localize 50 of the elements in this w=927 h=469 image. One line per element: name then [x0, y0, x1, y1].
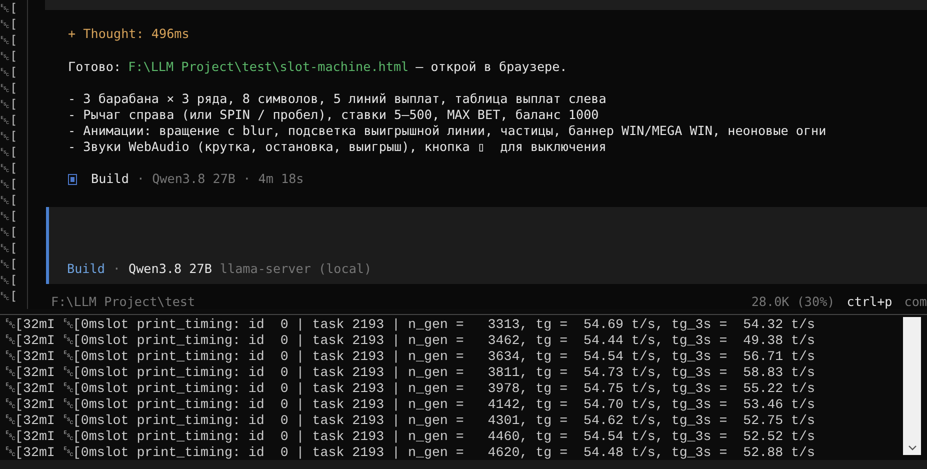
- square-icon: [68, 174, 77, 185]
- provider-label: llama-server (local): [220, 261, 372, 276]
- separator-dot: ·: [112, 261, 121, 276]
- terminal-line-fragment: ␛[: [0, 64, 18, 80]
- agent-label: Build: [91, 171, 129, 188]
- terminal-line-fragment: ␛[: [0, 80, 18, 96]
- model-label: Qwen3.8 27B: [128, 261, 212, 276]
- terminal-line-fragment: ␛[: [0, 176, 18, 192]
- chevron-down-icon[interactable]: [908, 445, 916, 451]
- scrollbar[interactable]: [903, 317, 921, 455]
- log-line: ␛[32mI ␛[0mslot print_timing: id 0 | task 2193 | n_gen = 3811, tg = 54.73 t/s, tg_3s = 58.83 t/s: [5, 365, 816, 381]
- terminal-line-fragment: ␛[: [0, 160, 18, 176]
- bullet-item: - Звуки WebAudio (крутка, остановка, выигрыш), кнопка ▯ для выключения: [68, 139, 608, 156]
- terminal-line-fragment: ␛[: [0, 208, 18, 224]
- terminal-line-fragment: ␛[: [0, 288, 18, 304]
- log-line: ␛[32mI ␛[0mslot print_timing: id 0 | task 2193 | n_gen = 4142, tg = 54.70 t/s, tg_3s = 53.46 t/s: [5, 397, 816, 413]
- agent-label: Build: [67, 261, 105, 276]
- log-line: ␛[32mI ␛[0mslot print_timing: id 0 | task 2193 | n_gen = 3313, tg = 54.69 t/s, tg_3s = 54.32 t/s: [5, 317, 816, 333]
- terminal-line-fragment: ␛[: [0, 96, 18, 112]
- log-line: ␛[32mI ␛[0mslot print_timing: id 0 | task 2193 | n_gen = 4620, tg = 54.48 t/s, tg_3s = 52.88 t/s: [5, 445, 816, 461]
- build-details: · Qwen3.8 27B · 4m 18s: [136, 171, 304, 188]
- log-line: ␛[32mI ␛[0mslot print_timing: id 0 | task 2193 | n_gen = 4301, tg = 54.62 t/s, tg_3s = 52.75 t/s: [5, 413, 816, 429]
- shortcut-label: com: [904, 294, 927, 309]
- terminal-line-fragment: ␛[: [0, 192, 18, 208]
- done-message: — открой в браузере.: [416, 59, 568, 76]
- shortcut-key: ctrl+p: [846, 294, 892, 309]
- terminal-line-fragment: ␛[: [0, 0, 18, 16]
- log-line: ␛[32mI ␛[0mslot print_timing: id 0 | task 2193 | n_gen = 4460, tg = 54.54 t/s, tg_3s = 52.52 t/s: [5, 429, 816, 445]
- bullet-item: - 3 барабана × 3 ряда, 8 символов, 5 линий выплат, таблица выплат слева: [68, 91, 608, 108]
- bullet-item: - Рычаг справа (или SPIN / пробел), ставки 5–500, MAX BET, баланс 1000: [68, 107, 600, 124]
- working-directory: F:\LLM Project\test: [51, 294, 196, 309]
- terminal-line-fragment: ␛[: [0, 128, 18, 144]
- prompt-input[interactable]: Build · Qwen3.8 27B llama-server (local): [46, 207, 927, 284]
- terminal-line-fragment: ␛[: [0, 112, 18, 128]
- terminal-line-fragment: ␛[: [0, 224, 18, 240]
- context-usage: 28.0K (30%): [751, 294, 835, 309]
- terminal-line-fragment: ␛[: [0, 16, 18, 32]
- terminal-line-fragment: ␛[: [0, 144, 18, 160]
- file-path[interactable]: F:\LLM Project\test\slot-machine.html: [128, 59, 409, 76]
- log-line: ␛[32mI ␛[0mslot print_timing: id 0 | task 2193 | n_gen = 3462, tg = 54.44 t/s, tg_3s = 49.38 t/s: [5, 333, 816, 349]
- thought-toggle[interactable]: + Thought: 496ms: [68, 26, 190, 42]
- terminal-line-fragment: ␛[: [0, 48, 18, 64]
- done-label: Готово:: [68, 59, 122, 76]
- terminal-line-fragment: ␛[: [0, 240, 18, 256]
- bullet-item: - Анимации: вращение с blur, подсветка выигрышной линии, частицы, баннер WIN/MEGA WIN, неоновые огни: [68, 123, 828, 140]
- terminal-line-fragment: ␛[: [0, 32, 18, 48]
- log-line: ␛[32mI ␛[0mslot print_timing: id 0 | task 2193 | n_gen = 3978, tg = 54.75 t/s, tg_3s = 55.22 t/s: [5, 381, 816, 397]
- log-line: ␛[32mI ␛[0mslot print_timing: id 0 | task 2193 | n_gen = 3634, tg = 54.54 t/s, tg_3s = 56.71 t/s: [5, 349, 816, 365]
- terminal-line-fragment: ␛[: [0, 256, 18, 272]
- terminal-line-fragment: ␛[: [0, 272, 18, 288]
